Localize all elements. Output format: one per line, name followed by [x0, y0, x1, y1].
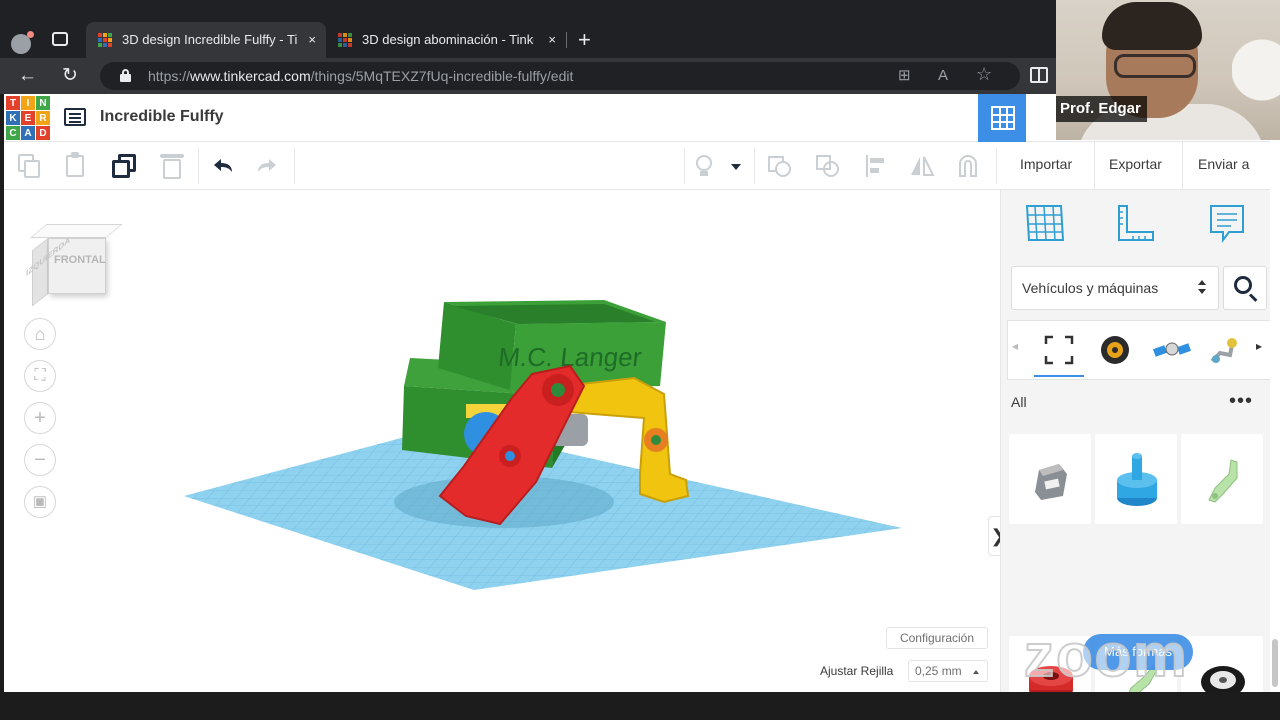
paste-icon[interactable]: [62, 152, 90, 180]
tinkercad-favicon-icon: [338, 33, 352, 47]
satellite-icon[interactable]: [1152, 333, 1192, 367]
logo-tile: I: [21, 96, 35, 110]
ungroup-icon[interactable]: [814, 152, 842, 180]
export-button[interactable]: Exportar: [1094, 142, 1162, 190]
redo-icon[interactable]: [254, 152, 282, 180]
profile-button[interactable]: [0, 26, 44, 54]
url-scheme: https://: [148, 68, 191, 84]
lightbulb-icon[interactable]: [690, 152, 718, 180]
design-scene[interactable]: M.C. Langer: [4, 190, 1000, 692]
webcam-person-glasses: [1114, 54, 1196, 78]
chevron-down-icon[interactable]: [728, 152, 744, 180]
bottom-bar: [0, 692, 1280, 720]
van-shape-icon: [1035, 464, 1067, 500]
logo-tile: D: [36, 126, 50, 140]
apps-icon[interactable]: ⊞: [898, 66, 911, 86]
webcam-background: [1232, 30, 1280, 140]
import-button[interactable]: Importar: [1020, 142, 1072, 190]
logo-tile: K: [6, 111, 20, 125]
tab-close-icon[interactable]: ×: [308, 22, 316, 58]
shape-category-strip: ◂ ▸: [1007, 320, 1271, 380]
magnet-icon[interactable]: [954, 152, 982, 180]
align-icon[interactable]: [862, 152, 890, 180]
back-icon[interactable]: ←: [18, 64, 37, 88]
logo-tile: R: [36, 111, 50, 125]
group-icon[interactable]: [766, 152, 794, 180]
shape-tile-van[interactable]: [1009, 434, 1091, 524]
logo-tile: N: [36, 96, 50, 110]
tab-abominacion[interactable]: 3D design abominación - Tinkercad ×: [326, 22, 566, 58]
read-aloud-icon[interactable]: A: [938, 66, 948, 86]
zoom-watermark: zoom: [1023, 622, 1189, 689]
lock-icon: [120, 69, 131, 82]
snap-grid-select[interactable]: 0,25 mm: [908, 660, 988, 682]
url-path: /things/5MqTEXZ7fUq-incredible-fulffy/ed…: [310, 68, 574, 84]
logo-tile: C: [6, 126, 20, 140]
url-text[interactable]: https://www.tinkercad.com/things/5MqTEXZ…: [148, 62, 573, 90]
strip-left-arrow-icon[interactable]: ◂: [1012, 339, 1018, 353]
3d-workplane-canvas[interactable]: FRONTAL IZQUIERDA ⌂ ⛶ + − ▣ M.C. Langer …: [4, 190, 1008, 692]
select-arrows-icon: [1198, 278, 1206, 298]
3d-view-button[interactable]: [978, 94, 1026, 142]
blue-knob-shape-icon: [1117, 453, 1157, 506]
reload-icon[interactable]: ↻: [62, 64, 78, 88]
logo-tile: A: [21, 126, 35, 140]
tab-separator: [566, 32, 567, 48]
logo-tile: E: [21, 111, 35, 125]
tinkercad-favicon-icon: [98, 33, 112, 47]
workplane-settings-button[interactable]: Configuración: [886, 627, 988, 649]
more-options-icon[interactable]: •••: [1229, 390, 1253, 413]
design-name[interactable]: Incredible Fulffy: [100, 94, 224, 140]
ruler-icon[interactable]: [1113, 202, 1157, 246]
screen: 3D design Incredible Fulffy - Tinkercad …: [0, 0, 1280, 720]
copy-icon[interactable]: [16, 152, 44, 180]
robot-arm-icon[interactable]: [1206, 333, 1240, 367]
all-shapes-frame-icon[interactable]: [1044, 335, 1074, 365]
url-host: www.tinkercad.com: [190, 68, 311, 84]
tab-title: 3D design abominación - Tinkercad: [362, 32, 534, 47]
webcam-person-hair: [1102, 2, 1202, 50]
search-shapes-button[interactable]: [1223, 266, 1267, 310]
notes-icon[interactable]: [1205, 202, 1249, 246]
tab-close-icon[interactable]: ×: [548, 22, 556, 58]
tab-actions-icon[interactable]: [52, 32, 68, 46]
scrollbar-thumb[interactable]: [1272, 639, 1278, 687]
zoom-webcam-overlay: Prof. Edgar: [1056, 0, 1280, 140]
design-list-icon[interactable]: [64, 108, 86, 126]
category-label: Vehículos y máquinas: [1022, 280, 1159, 296]
shape-tile-green-bracket[interactable]: [1181, 434, 1263, 524]
snap-grid-label: Ajustar Rejilla: [820, 664, 894, 678]
duplicate-icon[interactable]: [110, 152, 138, 180]
search-icon: [1234, 276, 1252, 294]
tinkercad-app: TIN KER CAD Incredible Fulffy Importar Exp…: [4, 94, 1271, 720]
new-tab-button[interactable]: +: [578, 22, 591, 58]
tinkercad-logo[interactable]: TIN KER CAD: [6, 96, 50, 140]
green-bracket-shape-icon: [1208, 459, 1238, 503]
favorite-star-icon[interactable]: ☆: [976, 64, 992, 84]
delete-icon[interactable]: [158, 152, 186, 180]
tire-icon[interactable]: [1098, 333, 1132, 367]
mirror-icon[interactable]: [908, 152, 936, 180]
workplane-grid-icon[interactable]: [1023, 202, 1067, 246]
tab-title: 3D design Incredible Fulffy - Tinkercad: [122, 32, 298, 47]
shape-category-select[interactable]: Vehículos y máquinas: [1011, 266, 1219, 310]
selected-category-underline: [1034, 375, 1084, 377]
split-screen-icon[interactable]: [1030, 67, 1048, 83]
address-bar-row: ← ↻ https://www.tinkercad.com/things/5Mq…: [0, 58, 1056, 94]
profile-status-dot: [27, 31, 34, 38]
page-scrollbar[interactable]: [1270, 94, 1280, 692]
shapes-filter-label: All: [1011, 394, 1027, 410]
tab-incredible-fulffy[interactable]: 3D design Incredible Fulffy - Tinkercad …: [86, 22, 326, 58]
shapes-panel: Vehículos y máquinas ◂ ▸ All ••• Más for…: [1000, 190, 1271, 720]
edit-toolbar: Importar Exportar Enviar a: [4, 142, 1270, 190]
grid-icon: [991, 106, 1015, 130]
omnibox[interactable]: https://www.tinkercad.com/things/5MqTEXZ…: [100, 62, 1020, 90]
strip-right-arrow-icon[interactable]: ▸: [1256, 339, 1262, 353]
undo-icon[interactable]: [208, 152, 236, 180]
participant-name-label: Prof. Edgar: [1056, 96, 1147, 122]
shape-tile-blue-knob[interactable]: [1095, 434, 1177, 524]
logo-tile: T: [6, 96, 20, 110]
send-to-button[interactable]: Enviar a: [1182, 142, 1249, 190]
workplane-tools: [1001, 190, 1271, 262]
